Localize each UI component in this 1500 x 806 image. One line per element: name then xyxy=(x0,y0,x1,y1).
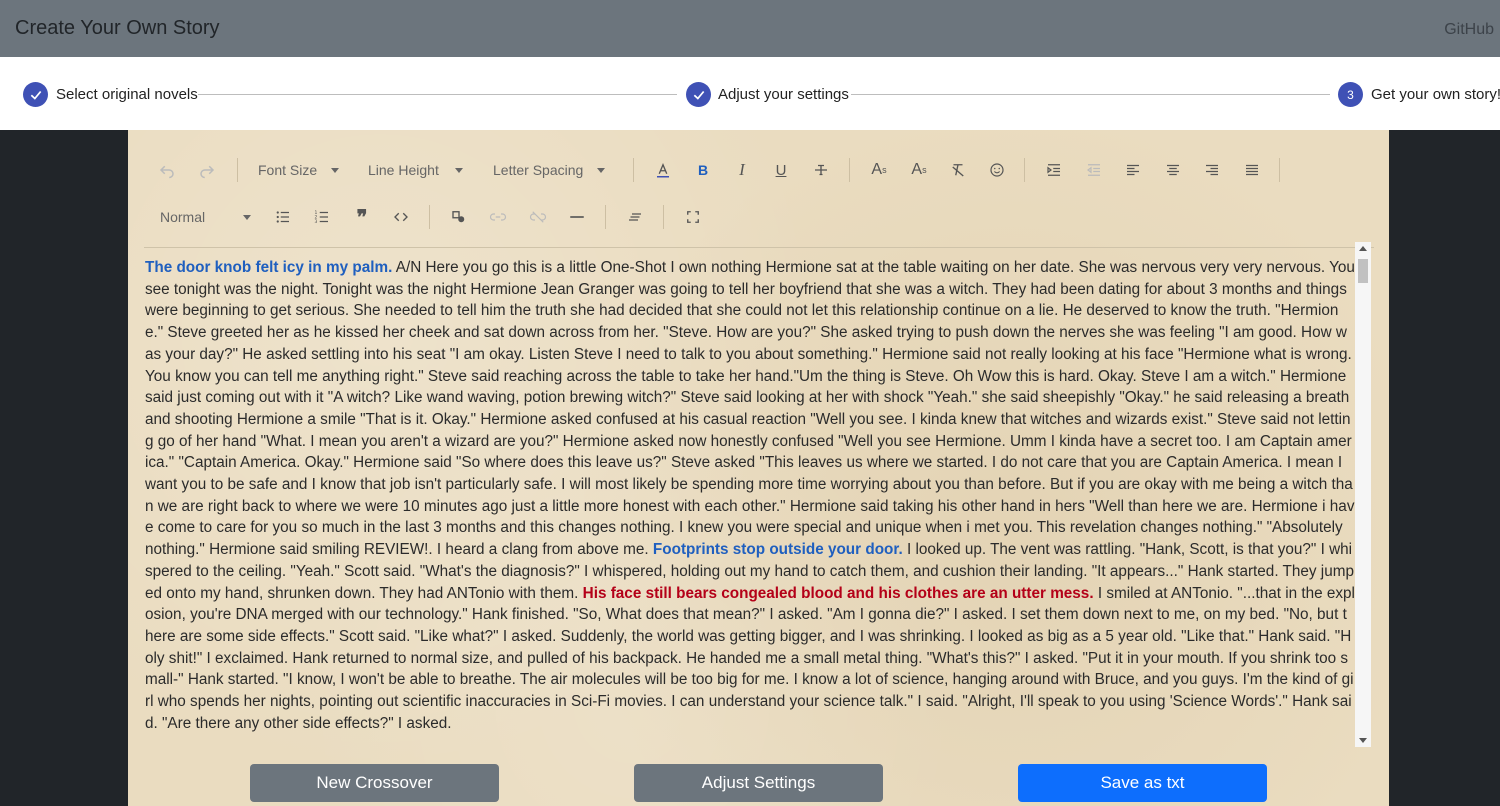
story-text: I smiled at ANTonio. "...that in the exp… xyxy=(145,584,1355,732)
step-3-number[interactable]: 3 xyxy=(1338,82,1363,107)
adjust-settings-button[interactable]: Adjust Settings xyxy=(634,764,883,802)
redo-icon[interactable] xyxy=(196,159,218,181)
highlighted-sentence: Footprints stop outside your door. xyxy=(652,541,903,559)
fullscreen-icon[interactable] xyxy=(682,206,704,228)
link-icon[interactable] xyxy=(487,206,509,228)
align-center-icon[interactable] xyxy=(1162,159,1184,181)
clear-format-icon[interactable] xyxy=(947,159,969,181)
bullet-list-icon[interactable] xyxy=(272,206,294,228)
align-left-icon[interactable] xyxy=(1122,159,1144,181)
undo-icon[interactable] xyxy=(156,159,178,181)
line-height-dropdown[interactable]: Line Height xyxy=(368,162,463,178)
subscript-icon[interactable]: As xyxy=(908,159,930,181)
font-size-dropdown[interactable]: Font Size xyxy=(258,162,340,178)
new-crossover-button[interactable]: New Crossover xyxy=(250,764,499,802)
highlighted-sentence: His face still bears congealed blood and… xyxy=(582,584,1094,602)
align-right-icon[interactable] xyxy=(1201,159,1223,181)
line-height-label: Line Height xyxy=(368,162,439,178)
story-editor-panel: Font Size Line Height Letter Spacing B I… xyxy=(128,130,1389,806)
letter-spacing-dropdown[interactable]: Letter Spacing xyxy=(493,162,606,178)
letter-spacing-label: Letter Spacing xyxy=(493,162,584,178)
save-as-txt-button[interactable]: Save as txt xyxy=(1018,764,1267,802)
story-paragraph: The door knob felt icy in my palm. A/N H… xyxy=(145,252,1355,734)
remove-styles-icon[interactable] xyxy=(624,206,646,228)
stepper: Select original novels Adjust your setti… xyxy=(0,57,1500,130)
editor-scrollbar[interactable] xyxy=(1355,242,1371,747)
unlink-icon[interactable] xyxy=(527,206,549,228)
indent-increase-icon[interactable] xyxy=(1043,159,1065,181)
emoji-icon[interactable] xyxy=(986,159,1008,181)
italic-icon[interactable]: I xyxy=(731,159,753,181)
quote-icon[interactable]: ❞ xyxy=(351,206,373,229)
editor-toolbar: Font Size Line Height Letter Spacing B I… xyxy=(144,148,1374,248)
code-icon[interactable] xyxy=(390,206,412,228)
font-color-icon[interactable] xyxy=(652,159,674,181)
story-text-area[interactable]: The door knob felt icy in my palm. A/N H… xyxy=(145,252,1355,749)
step-3-label[interactable]: Get your own story! xyxy=(1371,86,1500,103)
github-link[interactable]: GitHub xyxy=(1444,21,1494,39)
numbered-list-icon[interactable]: 123 xyxy=(311,206,333,228)
strikethrough-icon[interactable] xyxy=(810,159,832,181)
story-text: A/N Here you go this is a little One-Sho… xyxy=(145,259,1355,559)
font-size-label: Font Size xyxy=(258,162,318,178)
media-icon[interactable] xyxy=(448,206,470,228)
navbar: Create Your Own Story GitHub xyxy=(0,0,1500,57)
indent-decrease-icon[interactable] xyxy=(1083,159,1105,181)
step-2-check-icon[interactable] xyxy=(686,82,711,107)
block-type-dropdown[interactable]: Normal xyxy=(160,209,252,225)
svg-text:3: 3 xyxy=(315,219,318,225)
step-1-label[interactable]: Select original novels xyxy=(56,86,198,103)
align-justify-icon[interactable] xyxy=(1241,159,1263,181)
scroll-down-arrow-icon[interactable] xyxy=(1359,738,1367,743)
bold-icon[interactable]: B xyxy=(692,159,714,181)
step-1-check-icon[interactable] xyxy=(23,82,48,107)
block-type-label: Normal xyxy=(160,209,206,225)
highlighted-sentence: The door knob felt icy in my palm. xyxy=(145,259,393,276)
horizontal-rule-icon[interactable] xyxy=(566,206,588,228)
step-connector xyxy=(851,94,1330,95)
step-connector xyxy=(198,94,677,95)
scroll-up-arrow-icon[interactable] xyxy=(1359,246,1367,251)
step-2-label[interactable]: Adjust your settings xyxy=(718,86,849,103)
superscript-icon[interactable]: As xyxy=(868,159,890,181)
underline-icon[interactable]: U xyxy=(770,159,792,181)
scroll-thumb[interactable] xyxy=(1358,259,1368,283)
app-title[interactable]: Create Your Own Story xyxy=(15,17,220,40)
